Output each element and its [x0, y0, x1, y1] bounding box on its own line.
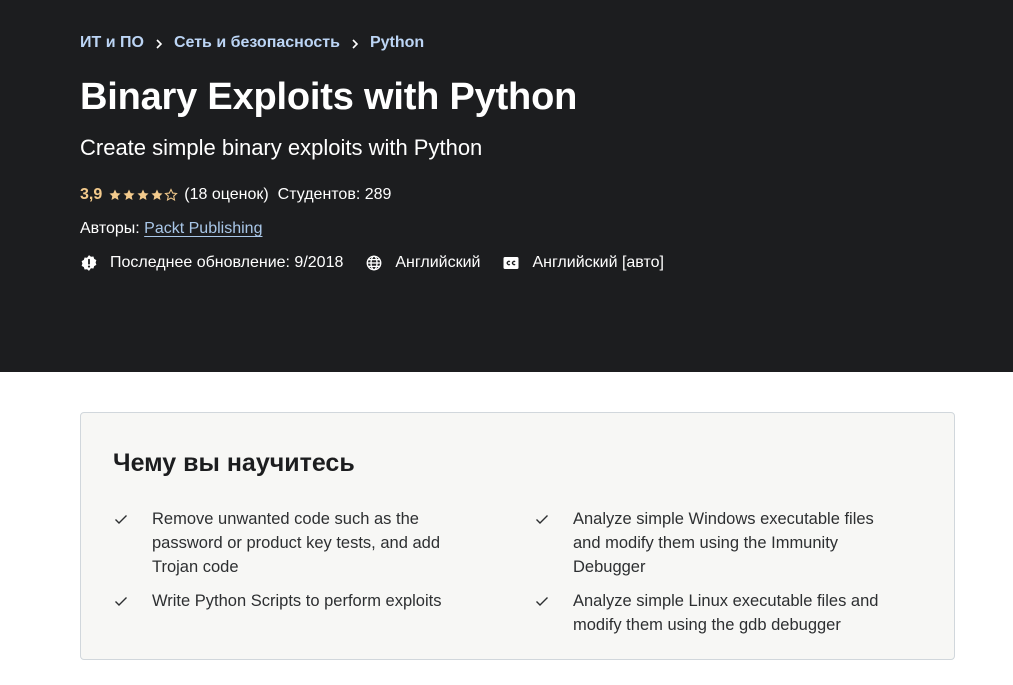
chevron-right-icon [340, 35, 370, 51]
last-updated: Последнее обновление: 9/2018 [80, 254, 343, 272]
course-captions: Английский [авто] [502, 254, 664, 272]
star-full-icon [122, 188, 136, 202]
course-header: ИТ и ПО Сеть и безопасность Python Binar… [0, 0, 1013, 372]
language-text: Английский [395, 254, 481, 271]
course-language: Английский [365, 254, 480, 272]
learn-item-text: Write Python Scripts to perform exploits [152, 592, 442, 610]
rating-row: 3,9 (18 оценок) Студентов: 289 [80, 186, 391, 204]
rating-value: 3,9 [80, 186, 103, 203]
breadcrumb-item-network-security[interactable]: Сеть и безопасность [174, 34, 340, 52]
chevron-right-icon [144, 35, 174, 51]
learn-item-text: Analyze simple Linux executable files an… [573, 592, 879, 634]
authors-row: Авторы: Packt Publishing [80, 220, 262, 238]
course-title: Binary Exploits with Python [80, 76, 578, 118]
star-full-icon [136, 188, 150, 202]
learn-item-text: Remove unwanted code such as the passwor… [152, 510, 440, 576]
checkmark-icon [534, 589, 550, 613]
closed-captions-icon [502, 254, 520, 272]
breadcrumb-item-python[interactable]: Python [370, 34, 424, 52]
alert-badge-icon [80, 254, 98, 272]
course-subtitle: Create simple binary exploits with Pytho… [80, 135, 483, 160]
learn-column-right: Analyze simple Windows executable files … [534, 507, 894, 647]
last-updated-text: Последнее обновление: 9/2018 [110, 254, 344, 271]
checkmark-icon [534, 507, 550, 531]
learn-column-left: Remove unwanted code such as the passwor… [113, 507, 453, 623]
checkmark-icon [113, 589, 129, 613]
breadcrumb-item-it-software[interactable]: ИТ и ПО [80, 34, 144, 52]
author-link[interactable]: Packt Publishing [144, 220, 262, 237]
checkmark-icon [113, 507, 129, 531]
authors-label: Авторы: [80, 220, 140, 237]
captions-text: Английский [авто] [532, 254, 664, 271]
students-count: Студентов: 289 [277, 186, 392, 203]
course-meta: Последнее обновление: 9/2018 Английский [80, 254, 686, 272]
star-empty-icon [164, 188, 179, 202]
learn-title: Чему вы научитесь [113, 449, 355, 477]
list-item: Remove unwanted code such as the passwor… [113, 507, 453, 579]
star-full-icon [150, 188, 164, 202]
breadcrumb: ИТ и ПО Сеть и безопасность Python [80, 34, 424, 52]
star-full-icon [108, 188, 122, 202]
list-item: Analyze simple Linux executable files an… [534, 589, 894, 637]
list-item: Analyze simple Windows executable files … [534, 507, 894, 579]
rating-count[interactable]: (18 оценок) [184, 186, 268, 204]
globe-icon [365, 254, 383, 272]
list-item: Write Python Scripts to perform exploits [113, 589, 453, 613]
what-you-will-learn: Чему вы научитесь Remove unwanted code s… [80, 412, 955, 660]
rating-stars [108, 188, 179, 202]
learn-item-text: Analyze simple Windows executable files … [573, 510, 874, 576]
